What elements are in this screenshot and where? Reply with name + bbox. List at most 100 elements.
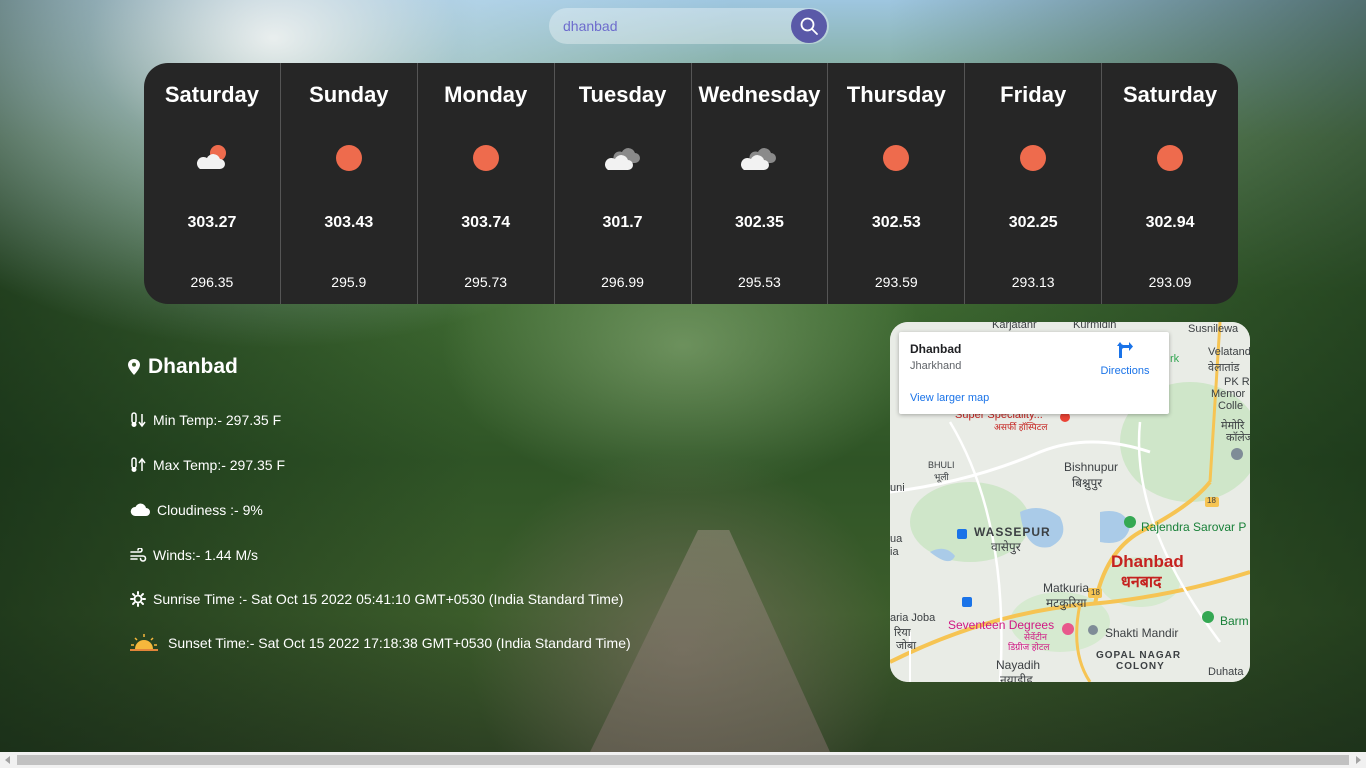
forecast-max-temp: 302.94 [1145, 214, 1195, 231]
map-label-duhata: Duhata [1208, 666, 1244, 678]
sun-gear-icon [128, 591, 148, 607]
forecast-min-temp: 293.13 [1011, 274, 1055, 290]
map-label-joba: aria Joba [890, 612, 936, 624]
map-label-super-hi: असर्फी हॉस्पिटल [994, 422, 1048, 432]
map-label-college: Colle [1218, 400, 1244, 412]
view-larger-map-link[interactable]: View larger map [910, 392, 989, 404]
map-label-uni: uni [890, 482, 905, 494]
forecast-day: Saturday 303.27 296.35 [144, 63, 280, 304]
map-label-matkuria-hi: मटकुरिया [1046, 596, 1087, 610]
directions-button[interactable]: Directions [1095, 340, 1155, 377]
forecast-max-temp: 301.7 [602, 214, 643, 231]
map-place-name: Dhanbad [910, 342, 962, 356]
forecast-day: Wednesday 302.35 295.53 [690, 63, 828, 304]
cloudiness-row: Cloudiness :- 9% [128, 502, 263, 518]
forecast-panel: Saturday 303.27 296.35 Sunday 303.43 295.9 Mon… [144, 63, 1238, 304]
scrollbar-thumb[interactable] [17, 755, 1349, 765]
forecast-min-temp: 293.09 [1148, 274, 1192, 290]
min-temp: Min Temp:- 297.35 F [153, 412, 282, 428]
sun-icon [1102, 143, 1238, 179]
forecast-max-temp: 302.25 [1008, 214, 1058, 231]
forecast-day: Tuesday 301.7 296.99 [553, 63, 691, 304]
search-input[interactable] [563, 16, 783, 36]
map-label-bhuli: BHULI [928, 460, 955, 470]
horizontal-scrollbar[interactable] [0, 752, 1366, 768]
min-temp-row: Min Temp:- 297.35 F [128, 412, 281, 428]
cloud-icon [128, 503, 152, 517]
clouds-icon [692, 143, 828, 179]
forecast-day: Friday 302.25 293.13 [964, 63, 1101, 304]
map-label-wassepur-hi: वासेपुर [991, 540, 1021, 554]
forecast-max-temp: 302.35 [734, 214, 784, 231]
location-pin-icon [128, 359, 140, 375]
map-label-susnilewa: Susnilewa [1188, 323, 1239, 335]
max-temp: Max Temp:- 297.35 F [153, 457, 286, 473]
forecast-min-temp: 295.73 [464, 274, 508, 290]
forecast-day-name: Monday [444, 82, 528, 107]
map-label-bishnupur-hi: बिश्नुपुर [1072, 476, 1103, 490]
current-weather: Dhanbad [128, 352, 238, 382]
sunset-icon [128, 632, 160, 654]
city-heading: Dhanbad [128, 352, 238, 382]
forecast-day: Monday 303.74 295.73 [416, 63, 554, 304]
thermometer-up-icon [128, 457, 148, 473]
map-place-card: Dhanbad Jharkhand View larger map Direct… [899, 332, 1169, 414]
map-label-ua: ua [890, 533, 903, 545]
directions-label: Directions [1100, 365, 1150, 377]
map-label-joba-hi2: जोबा [896, 640, 917, 652]
sunrise-row: Sunrise Time :- Sat Oct 15 2022 05:41:10… [128, 591, 623, 607]
map-label-route-18a: 18 [1207, 496, 1216, 505]
map-label-rajendra: Rajendra Sarovar P [1141, 520, 1247, 534]
map-label-barm: Barm [1220, 614, 1249, 628]
map-label-dhanbad: Dhanbad [1111, 552, 1184, 571]
map-label-bhuli-hi: भूली [934, 472, 949, 482]
forecast-day-name: Saturday [164, 82, 260, 107]
forecast-day-name: Sunday [309, 82, 389, 107]
forecast-max-temp: 303.74 [461, 214, 511, 231]
sun-icon [281, 143, 417, 179]
search-bar [549, 8, 829, 44]
winds: Winds:- 1.44 M/s [153, 547, 259, 563]
sun-icon [965, 143, 1101, 179]
map-label-nayadih: Nayadih [996, 658, 1041, 672]
map-label-velatand-hi: वेलातांड [1208, 362, 1240, 374]
map-label-colony: COLONY [1116, 661, 1165, 672]
map-label-ia: ia [890, 546, 899, 558]
search-button[interactable] [791, 9, 827, 43]
winds-row: Winds:- 1.44 M/s [128, 547, 258, 563]
forecast-min-temp: 296.99 [601, 274, 644, 290]
forecast-day-name: Friday [1000, 82, 1067, 107]
sun-icon [418, 143, 554, 179]
map-embed[interactable]: Karjatanr Kurmidih Susnilewa Velatand वे… [890, 322, 1250, 682]
forecast-max-temp: 303.43 [324, 214, 374, 231]
forecast-day-name: Saturday [1122, 82, 1218, 107]
forecast-min-temp: 295.53 [738, 274, 781, 290]
search-icon [800, 17, 818, 35]
map-label-wassepur: WASSEPUR [974, 525, 1051, 539]
forecast-day-name: Tuesday [578, 82, 667, 107]
map-label-gopal-nagar: GOPAL NAGAR [1096, 650, 1182, 661]
map-label-college-hi: कॉलेज [1226, 432, 1250, 444]
forecast-day: Saturday 302.94 293.09 [1101, 63, 1238, 304]
clouds-icon [555, 143, 691, 179]
map-label-shakti-mandir: Shakti Mandir [1105, 626, 1179, 640]
partly-cloudy-sun-icon [144, 143, 280, 179]
forecast-min-temp: 295.9 [331, 274, 367, 290]
map-label-velatand: Velatand [1208, 346, 1250, 358]
forecast-max-temp: 303.27 [187, 214, 237, 231]
directions-icon [1117, 342, 1133, 358]
scroll-left-icon[interactable] [5, 756, 10, 764]
map-label-route-18b: 18 [1091, 588, 1100, 597]
map-label-matkuria: Matkuria [1043, 581, 1090, 595]
scroll-right-icon[interactable] [1356, 756, 1361, 764]
cloudiness: Cloudiness :- 9% [157, 502, 263, 518]
map-label-kurmidih: Kurmidih [1073, 322, 1117, 331]
forecast-day: Sunday 303.43 295.9 [279, 63, 417, 304]
map-label-nayadih-hi: नयाडीह [1000, 673, 1033, 682]
map-label-seventeen-hi2: डिग्रीज होटल [1008, 642, 1050, 652]
map-label-dhanbad-hi: धनबाद [1121, 574, 1162, 591]
thermometer-down-icon [128, 412, 148, 428]
city-name: Dhanbad [148, 355, 238, 378]
map-place-region: Jharkhand [910, 360, 962, 372]
forecast-day: Thursday 302.53 293.59 [827, 63, 964, 304]
